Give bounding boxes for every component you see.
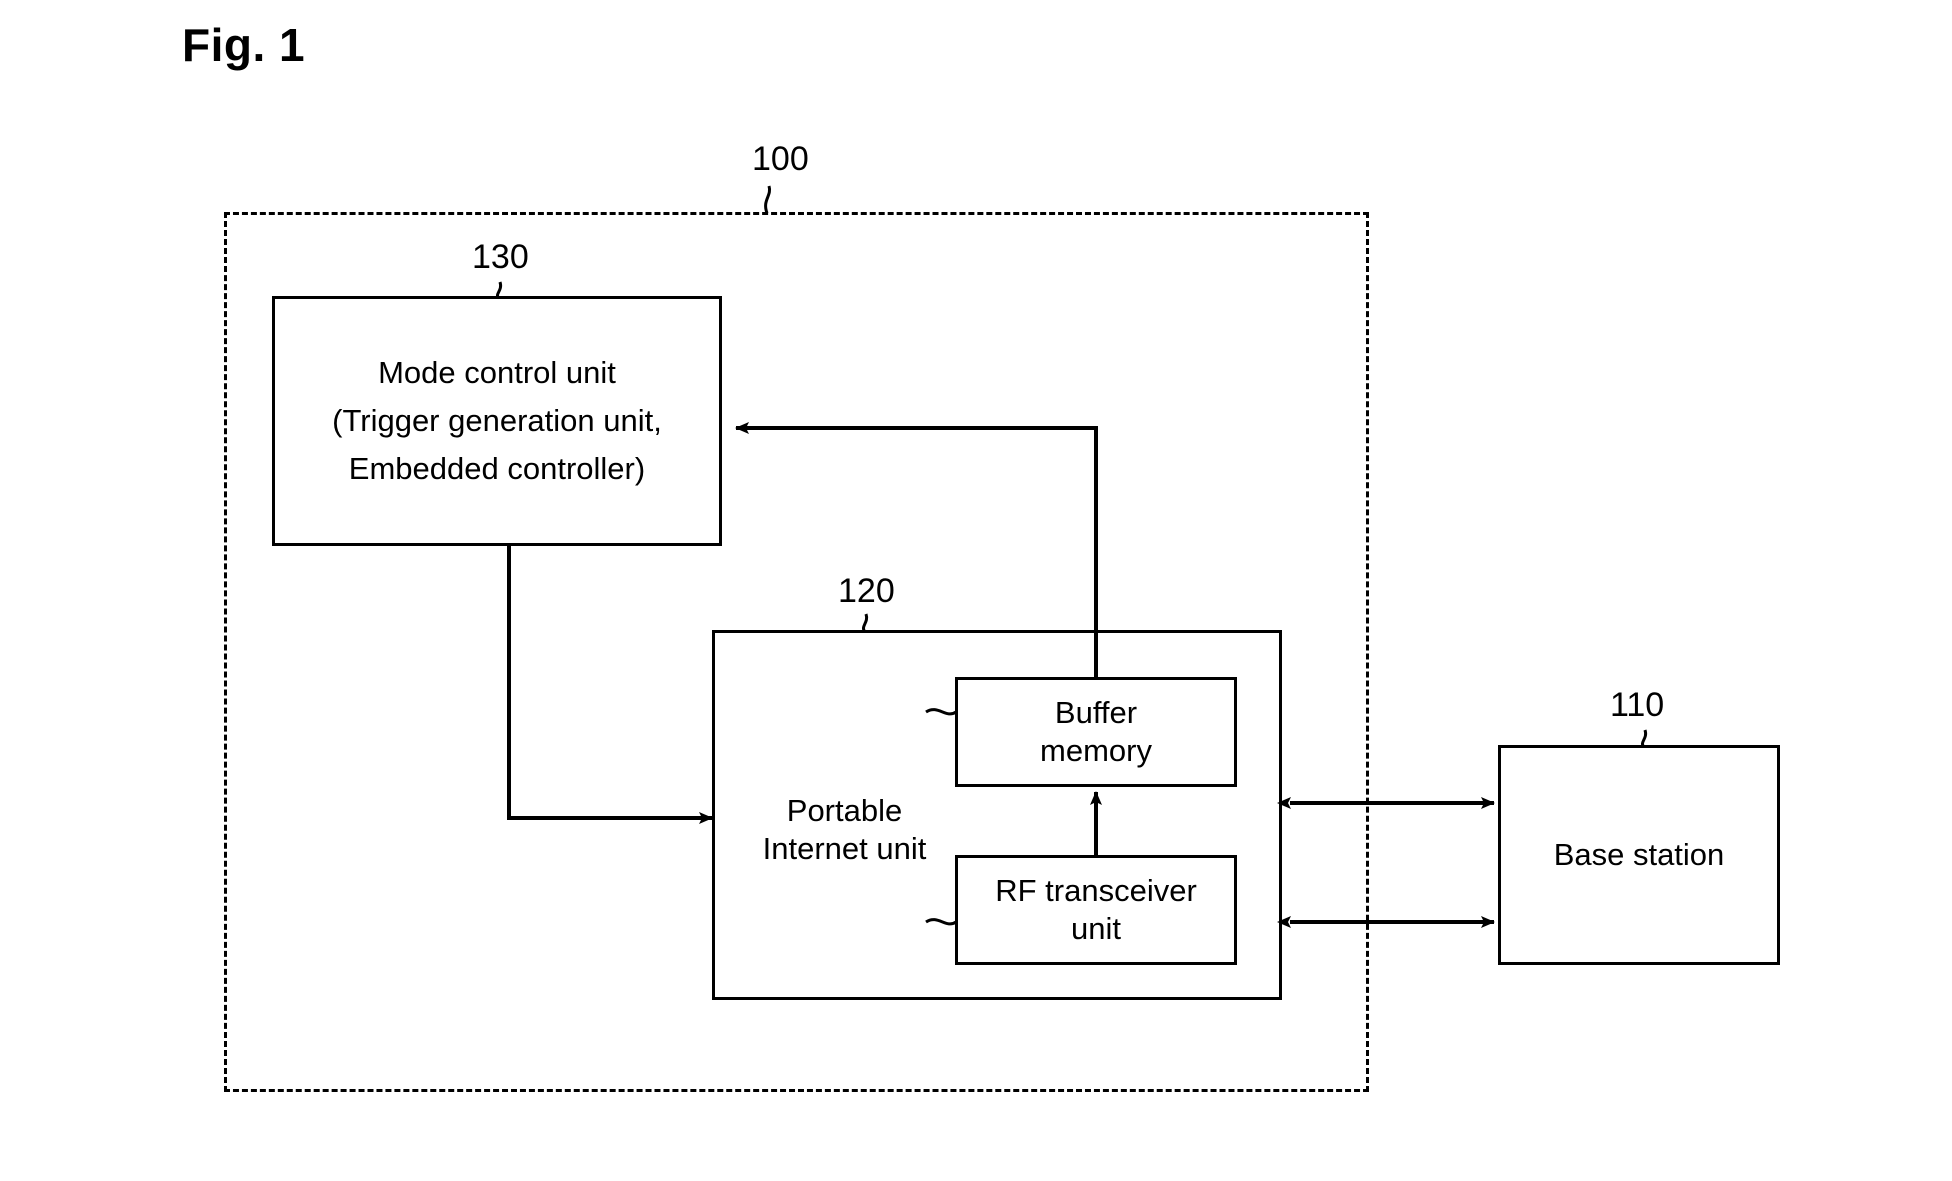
reference-numeral-110: 110 (1610, 686, 1665, 724)
patent-figure-canvas: Fig. 1 100 130 120 110 124 122 Mode cont… (0, 0, 1952, 1181)
portable-internet-unit-line-1: Portable (786, 793, 903, 829)
mode-control-unit-box: Mode control unit (Trigger generation un… (272, 296, 727, 551)
buffer-memory-line-1: Buffer (1054, 695, 1138, 731)
base-station-box: Base station (1498, 745, 1785, 970)
reference-numeral-120: 120 (838, 572, 895, 610)
mode-control-unit-line-2: (Trigger generation unit, (332, 403, 662, 439)
base-station-line-1: Base station (1553, 837, 1725, 873)
portable-internet-unit-label: Portable Internet unit (737, 792, 952, 868)
mode-control-unit-line-3: Embedded controller) (348, 450, 646, 486)
portable-internet-unit-line-2: Internet unit (762, 831, 927, 866)
buffer-memory-box: Buffer memory (955, 677, 1242, 792)
reference-numeral-130: 130 (472, 238, 529, 276)
reference-numeral-100: 100 (752, 140, 809, 178)
rf-transceiver-unit-line-1: RF transceiver (995, 873, 1197, 909)
leader-line-100 (764, 185, 772, 214)
figure-title: Fig. 1 (182, 19, 306, 71)
mode-control-unit-line-1: Mode control unit (378, 355, 616, 391)
rf-transceiver-unit-line-2: unit (1071, 911, 1121, 946)
buffer-memory-line-2: memory (1040, 733, 1152, 768)
rf-transceiver-unit-box: RF transceiver unit (955, 855, 1242, 970)
